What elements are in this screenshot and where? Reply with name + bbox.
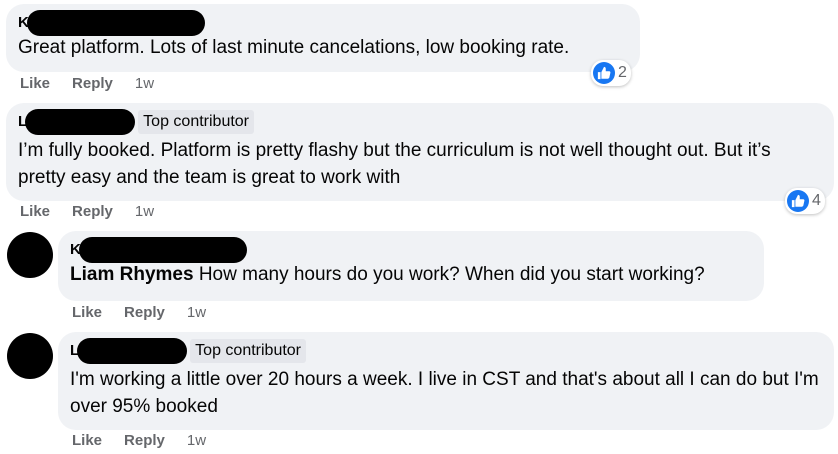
redacted-name (78, 237, 247, 263)
thumbs-up-icon (787, 190, 809, 212)
like-button[interactable]: Like (20, 75, 50, 92)
avatar[interactable] (7, 232, 53, 278)
reply-bubble-1: K Liam Rhymes How many hours do you work… (58, 231, 764, 301)
timestamp[interactable]: 1w (135, 75, 154, 92)
comment-actions: Like Reply 1w (20, 75, 154, 92)
reaction-count-value: 2 (618, 64, 627, 81)
comment-bubble-1: K Great platform. Lots of last minute ca… (6, 4, 640, 72)
reply-bubble-2: L Top contributor I'm working a little o… (58, 332, 834, 430)
top-contributor-badge: Top contributor (190, 339, 307, 363)
timestamp[interactable]: 1w (187, 304, 206, 321)
comment-actions: Like Reply 1w (72, 304, 206, 321)
reaction-count-value: 4 (812, 192, 821, 209)
reply-button[interactable]: Reply (72, 203, 113, 220)
thumbs-up-icon (593, 62, 615, 84)
reply-button[interactable]: Reply (72, 75, 113, 92)
redacted-name (25, 109, 136, 135)
comment-actions: Like Reply 1w (72, 432, 206, 449)
reaction-count[interactable]: 4 (785, 188, 825, 214)
comment-text-body: How many hours do you work? When did you… (193, 264, 705, 285)
avatar[interactable] (7, 333, 53, 379)
comment-text: I'm working a little over 20 hours a wee… (70, 369, 819, 417)
reaction-count[interactable]: 2 (591, 60, 631, 86)
comment-text: I’m fully booked. Platform is pretty fla… (18, 140, 771, 188)
reply-button[interactable]: Reply (124, 432, 165, 449)
mention-link[interactable]: Liam Rhymes (70, 264, 194, 285)
reply-button[interactable]: Reply (124, 304, 165, 321)
timestamp[interactable]: 1w (187, 432, 206, 449)
comment-text: Great platform. Lots of last minute canc… (18, 37, 570, 58)
timestamp[interactable]: 1w (135, 203, 154, 220)
comment-text: Liam Rhymes How many hours do you work? … (70, 261, 752, 288)
comment-actions: Like Reply 1w (20, 203, 154, 220)
redacted-name (77, 338, 188, 364)
like-button[interactable]: Like (72, 432, 102, 449)
like-button[interactable]: Like (20, 203, 50, 220)
redacted-name (26, 10, 205, 36)
like-button[interactable]: Like (72, 304, 102, 321)
comment-bubble-2: L Top contributor I’m fully booked. Plat… (6, 103, 834, 201)
top-contributor-badge: Top contributor (138, 110, 255, 134)
